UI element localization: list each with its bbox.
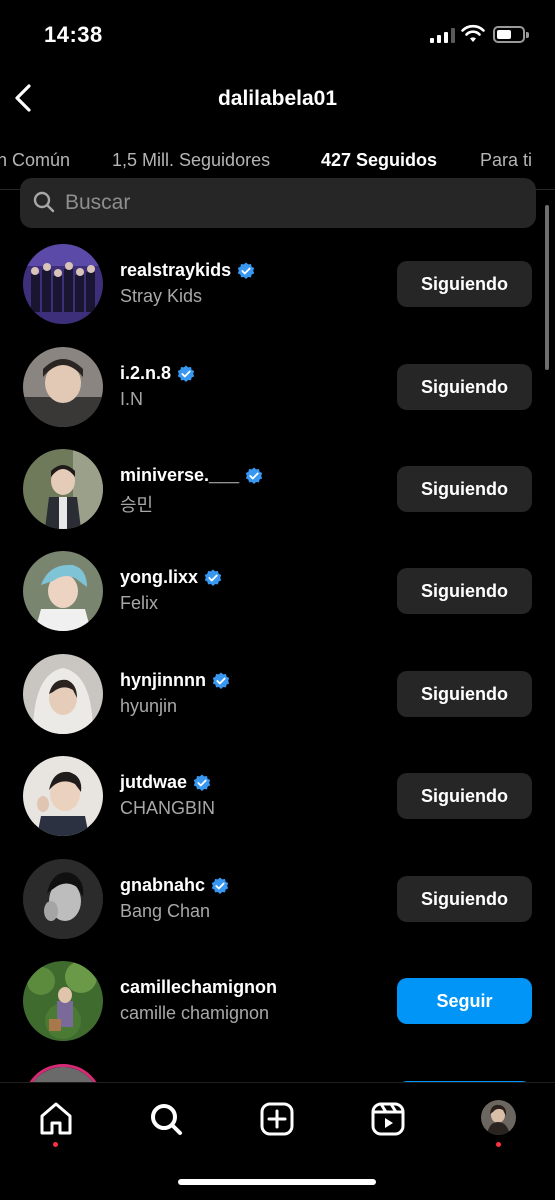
avatar[interactable] xyxy=(23,244,103,324)
tab-for-you[interactable]: Para ti xyxy=(480,150,532,171)
profile-notification-dot xyxy=(496,1142,501,1147)
cellular-signal-icon xyxy=(430,28,455,43)
following-button[interactable]: Siguiendo xyxy=(397,364,532,410)
username[interactable]: camillechamignon xyxy=(120,977,277,998)
avatar[interactable] xyxy=(23,859,103,939)
reels-icon[interactable] xyxy=(368,1099,408,1139)
home-notification-dot xyxy=(53,1142,58,1147)
verified-badge-icon xyxy=(177,365,195,382)
verified-badge-icon xyxy=(212,672,230,689)
username[interactable]: realstraykids xyxy=(120,260,255,281)
username[interactable]: yong.lixx xyxy=(120,567,222,588)
username[interactable]: hynjinnnn xyxy=(120,670,230,691)
full-name: 승민 xyxy=(120,495,154,515)
following-button[interactable]: Siguiendo xyxy=(397,261,532,307)
verified-badge-icon xyxy=(204,569,222,586)
status-time: 14:38 xyxy=(44,22,103,47)
verified-badge-icon xyxy=(237,262,255,279)
full-name: camille chamignon xyxy=(120,1003,270,1023)
tab-in-common[interactable]: n Común xyxy=(0,150,70,171)
username[interactable]: miniverse.___ xyxy=(120,465,263,486)
tab-followers[interactable]: 1,5 Mill. Seguidores xyxy=(112,150,270,171)
full-name: hyunjin xyxy=(120,696,178,716)
search-bar[interactable] xyxy=(20,178,536,228)
list-item[interactable]: gnabnahc Bang Chan Siguiendo xyxy=(0,859,555,959)
list-item[interactable]: hynjinnnn hyunjin Siguiendo xyxy=(0,654,555,754)
avatar[interactable] xyxy=(23,961,103,1041)
following-button[interactable]: Siguiendo xyxy=(397,466,532,512)
following-button[interactable]: Siguiendo xyxy=(397,773,532,819)
verified-badge-icon xyxy=(193,774,211,791)
home-icon[interactable] xyxy=(36,1099,76,1139)
following-button[interactable]: Siguiendo xyxy=(397,876,532,922)
full-name: Stray Kids xyxy=(120,286,203,306)
battery-icon xyxy=(493,26,529,43)
search-icon[interactable] xyxy=(146,1099,186,1139)
tab-following[interactable]: 427 Seguidos xyxy=(321,150,437,171)
verified-badge-icon xyxy=(245,467,263,484)
full-name: CHANGBIN xyxy=(120,798,216,818)
avatar[interactable] xyxy=(23,756,103,836)
search-icon xyxy=(33,191,55,213)
create-icon[interactable] xyxy=(257,1099,297,1139)
list-item[interactable]: yong.lixx Felix Siguiendo xyxy=(0,551,555,651)
following-button[interactable]: Siguiendo xyxy=(397,568,532,614)
list-item[interactable]: camillechamignon camille chamignon Segui… xyxy=(0,961,555,1061)
avatar[interactable] xyxy=(23,654,103,734)
avatar[interactable] xyxy=(23,449,103,529)
list-item[interactable]: i.2.n.8 I.N Siguiendo xyxy=(0,347,555,447)
list-item[interactable]: realstraykids Stray Kids Siguiendo xyxy=(0,244,555,344)
profile-avatar[interactable] xyxy=(481,1100,516,1135)
avatar[interactable] xyxy=(23,347,103,427)
full-name: I.N xyxy=(120,389,144,409)
follow-button[interactable]: Seguir xyxy=(397,978,532,1024)
full-name: Bang Chan xyxy=(120,901,211,921)
full-name: Felix xyxy=(120,593,159,613)
avatar[interactable] xyxy=(23,551,103,631)
following-button[interactable]: Siguiendo xyxy=(397,671,532,717)
wifi-icon xyxy=(461,24,485,42)
home-indicator xyxy=(178,1179,376,1185)
username[interactable]: gnabnahc xyxy=(120,875,229,896)
username[interactable]: jutdwae xyxy=(120,772,211,793)
username[interactable]: i.2.n.8 xyxy=(120,363,195,384)
verified-badge-icon xyxy=(211,877,229,894)
search-input[interactable] xyxy=(65,188,505,218)
status-bar: 14:38 xyxy=(0,0,555,70)
list-item[interactable]: jutdwae CHANGBIN Siguiendo xyxy=(0,756,555,856)
list-item[interactable]: miniverse.___ 승민 Siguiendo xyxy=(0,449,555,549)
page-title: dalilabela01 xyxy=(217,87,338,110)
